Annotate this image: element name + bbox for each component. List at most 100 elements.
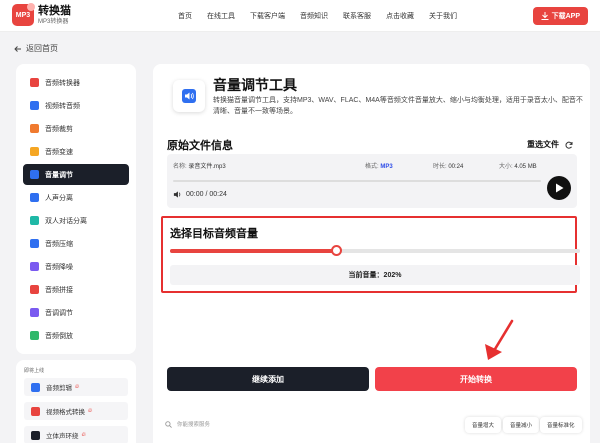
page-title: 音量调节工具 <box>213 77 297 93</box>
upcoming-tools-panel: 即将上线 音频剪辑 🔥︎ 视频格式转换 🔥︎ 立体声环绕 🔥︎ <box>16 360 136 443</box>
sidebar-item-pitch-adjust[interactable]: 音调调节 <box>23 302 129 323</box>
audio-converter-icon <box>30 78 39 87</box>
sidebar-item-label: 音频拼接 <box>45 286 73 294</box>
upcoming-item-audio-edit[interactable]: 音频剪辑 🔥︎ <box>24 378 128 396</box>
logo[interactable]: MP3 转换猫 MP3转换器 <box>12 3 71 26</box>
sidebar-item-audio-speed[interactable]: 音频变速 <box>23 141 129 162</box>
sidebar-item-label: 音频降噪 <box>45 263 73 271</box>
nav-contact-support[interactable]: 联系客服 <box>343 11 371 21</box>
file-format-value: MP3 <box>380 164 393 170</box>
sidebar-item-label: 音调调节 <box>45 309 73 317</box>
play-button[interactable] <box>547 176 571 200</box>
playback-time: 00:00 / 00:24 <box>173 190 227 199</box>
sidebar-item-audio-compress[interactable]: 音频压缩 <box>23 233 129 254</box>
stereo-icon <box>31 430 40 440</box>
continue-add-button[interactable]: 继续添加 <box>167 367 369 391</box>
file-duration-value: 00:24 <box>448 164 464 170</box>
logo-subtitle: MP3转换器 <box>38 18 69 25</box>
sidebar-item-label: 音频裁剪 <box>45 125 73 133</box>
file-duration: 时长: 00:24 <box>433 161 463 170</box>
pitch-adjust-icon <box>30 308 39 317</box>
reselect-label: 重选文件 <box>527 140 559 149</box>
refresh-icon <box>565 141 573 149</box>
upcoming-item-video-convert[interactable]: 视频格式转换 🔥︎ <box>24 402 128 420</box>
main-nav: 首页 在线工具 下载客户端 音频知识 联系客服 点击收藏 关于我们 <box>178 0 472 32</box>
back-home-label: 返回首页 <box>26 44 58 53</box>
audio-denoise-icon <box>30 262 39 271</box>
audio-trim-icon <box>30 124 39 133</box>
logo-badge-text: MP3 <box>15 11 31 19</box>
sidebar-item-video-to-audio[interactable]: 视频转音频 <box>23 95 129 116</box>
sidebar-item-label: 视频转音频 <box>45 102 80 110</box>
sidebar-item-label: 音频变速 <box>45 148 73 156</box>
logo-name: 转换猫 <box>38 4 71 17</box>
sidebar-item-label: 人声分离 <box>45 194 73 202</box>
sidebar-item-label: 音频转换器 <box>45 79 80 87</box>
search-placeholder: 你能搜索服务 <box>177 422 211 428</box>
hot-icon: 🔥︎ <box>75 383 80 390</box>
file-info-box: 名称: 录音文件.mp3 格式: MP3 时长: 00:24 大小: 4.05 … <box>167 154 577 208</box>
volume-icon <box>182 89 196 103</box>
file-format: 格式: MP3 <box>365 161 393 170</box>
reselect-file-button[interactable]: 重选文件 <box>527 139 573 150</box>
volume-slider-fill <box>170 249 337 253</box>
dialog-separation-icon <box>30 216 39 225</box>
current-volume-display: 当前音量：202% <box>170 265 580 285</box>
audio-speed-icon <box>30 147 39 156</box>
play-icon <box>555 183 563 193</box>
volume-adjust-icon <box>30 170 39 179</box>
sidebar-item-vocal-separation[interactable]: 人声分离 <box>23 187 129 208</box>
vocal-separation-icon <box>30 193 39 202</box>
file-name-label: 名称: <box>173 164 187 170</box>
download-icon <box>541 12 549 20</box>
nav-about[interactable]: 关于我们 <box>429 11 457 21</box>
tag-volume-normalize[interactable]: 音量标准化 <box>540 417 582 433</box>
arrow-left-icon <box>14 45 21 52</box>
tool-sidebar: 音频转换器视频转音频音频裁剪音频变速音量调节人声分离双人对话分离 音频压缩音频降噪… <box>16 64 136 354</box>
top-navbar: MP3 转换猫 MP3转换器 首页 在线工具 下载客户端 音频知识 联系客服 点… <box>0 0 600 32</box>
file-size-value: 4.05 MB <box>514 164 537 170</box>
video-convert-icon <box>31 406 40 416</box>
upcoming-item-label: 视频格式转换 <box>46 409 85 416</box>
sidebar-item-audio-merge[interactable]: 音频拼接 <box>23 279 129 300</box>
volume-slider-thumb[interactable] <box>331 245 343 256</box>
file-size: 大小: 4.05 MB <box>499 161 537 170</box>
file-size-label: 大小: <box>499 164 513 170</box>
annotation-arrow-icon <box>485 319 514 360</box>
service-search[interactable]: 你能搜索服务 <box>165 420 210 428</box>
tag-volume-up[interactable]: 音量增大 <box>465 417 502 433</box>
upcoming-item-label: 立体声环绕 <box>46 433 79 440</box>
nav-bookmark[interactable]: 点击收藏 <box>386 11 414 21</box>
nav-audio-knowledge[interactable]: 音频知识 <box>300 11 328 21</box>
nav-download-client[interactable]: 下载客户端 <box>250 11 285 21</box>
upcoming-item-stereo[interactable]: 立体声环绕 🔥︎ <box>24 426 128 443</box>
tag-volume-down[interactable]: 音量减小 <box>503 417 540 433</box>
speaker-icon[interactable] <box>173 190 182 199</box>
target-volume-section: 选择目标音频音量 当前音量：202% <box>161 216 580 293</box>
upcoming-item-label: 音频剪辑 <box>46 385 72 392</box>
download-app-label: 下载APP <box>551 13 580 20</box>
video-to-audio-icon <box>30 101 39 110</box>
back-home-link[interactable]: 返回首页 <box>14 43 58 54</box>
sidebar-item-audio-reverse[interactable]: 音频倒放 <box>23 325 129 346</box>
audio-reverse-icon <box>30 331 39 340</box>
playback-progress-bar[interactable] <box>173 180 541 182</box>
logo-icon: MP3 <box>12 3 35 26</box>
start-convert-button[interactable]: 开始转换 <box>375 367 577 391</box>
sidebar-item-label: 音频倒放 <box>45 332 73 340</box>
audio-edit-icon <box>31 382 40 392</box>
volume-slider[interactable] <box>170 245 580 256</box>
nav-home[interactable]: 首页 <box>178 11 192 21</box>
file-name: 名称: 录音文件.mp3 <box>173 161 226 170</box>
audio-compress-icon <box>30 239 39 248</box>
original-file-title: 原始文件信息 <box>167 140 233 152</box>
download-app-button[interactable]: 下载APP <box>532 7 588 25</box>
sidebar-item-audio-converter[interactable]: 音频转换器 <box>23 72 129 93</box>
sidebar-item-volume-adjust[interactable]: 音量调节 <box>23 164 129 185</box>
sidebar-item-audio-trim[interactable]: 音频裁剪 <box>23 118 129 139</box>
tool-icon-box <box>173 80 205 112</box>
tool-description: 转换猫音量调节工具，支持MP3、WAV、FLAC、M4A等音频文件音量放大、缩小… <box>213 97 583 115</box>
sidebar-item-audio-denoise[interactable]: 音频降噪 <box>23 256 129 277</box>
sidebar-item-dialog-separation[interactable]: 双人对话分离 <box>23 210 129 231</box>
nav-online-tools[interactable]: 在线工具 <box>207 11 235 21</box>
